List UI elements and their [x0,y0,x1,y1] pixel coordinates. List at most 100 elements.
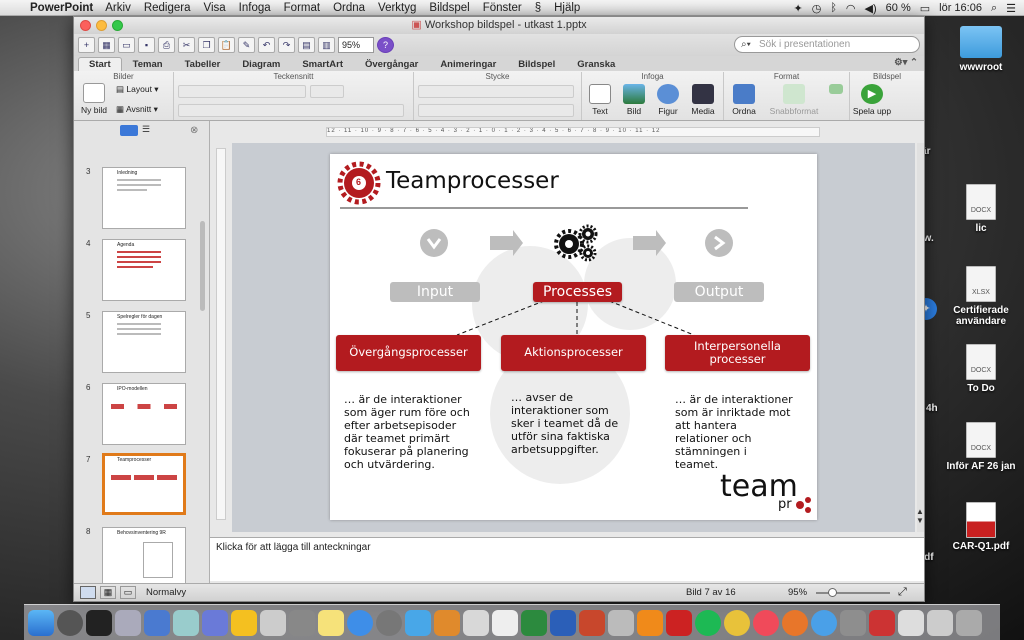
word-icon[interactable] [550,609,576,636]
tab-diagram[interactable]: Diagram [231,57,291,71]
utility-icon[interactable] [608,609,634,636]
cut-icon[interactable]: ✂ [178,37,195,53]
search-input[interactable]: ⌕▾ Sök i presentationen [734,36,920,53]
menu-format[interactable]: Format [284,2,320,14]
processes-label[interactable]: Processes [533,282,622,302]
layout-button[interactable]: ▤ Layout ▾ [116,84,159,95]
tab-granska[interactable]: Granska [566,57,626,71]
sidebar-scrollbar[interactable] [200,221,205,311]
menu-infoga[interactable]: Infoga [239,2,271,14]
font-size-select[interactable] [310,85,344,98]
play-button[interactable]: ▶ Spela upp [852,84,892,116]
desktop-file-certifierade[interactable]: XLSX Certifierade användare [944,266,1018,327]
powerpoint-icon[interactable] [579,609,605,636]
slide-title[interactable]: Teamprocesser [386,168,559,194]
action-processes-text[interactable]: … avser de interaktioner som sker i team… [511,391,627,457]
close-window-button[interactable] [80,20,91,31]
redo-icon[interactable]: ↷ [278,37,295,53]
slide-thumbnail[interactable]: Behovsinventering 9R [102,527,186,583]
php-icon[interactable] [202,609,228,636]
desktop-file-car-q1[interactable]: CAR-Q1.pdf [944,502,1018,552]
interpersonal-processes-text[interactable]: … är de interaktioner som är inriktade m… [675,393,793,472]
close-pane-icon[interactable]: ⊗ [190,125,198,136]
menu-redigera[interactable]: Redigera [144,2,191,14]
input-label[interactable]: Input [390,282,480,302]
interpersonal-processes-box[interactable]: Interpersonella processer [665,335,810,371]
open-icon[interactable]: ▭ [118,37,135,53]
menu-hjalp[interactable]: Hjälp [554,2,580,14]
output-label[interactable]: Output [674,282,764,302]
downloads-icon[interactable] [927,609,953,636]
launchpad-icon[interactable] [57,609,83,636]
slide[interactable]: 6 Teamprocesser Input Processes Output Ö… [330,154,817,520]
desktop-item-partial-3[interactable]: 4h [926,403,956,414]
acrobat-icon[interactable] [666,609,692,636]
ribbon-settings-icon[interactable]: ⚙▾ ⌃ [894,57,918,68]
list-buttons[interactable] [418,85,574,98]
notification-center-icon[interactable]: ☰ [1006,2,1016,15]
media-browser-icon[interactable]: ▥ [318,37,335,53]
firefox-icon[interactable] [782,609,808,636]
zoom-window-button[interactable] [112,20,123,31]
r-icon[interactable] [115,609,141,636]
tab-animeringar[interactable]: Animeringar [429,57,507,71]
itunes-icon[interactable] [753,609,779,636]
script-menu-icon[interactable]: § [535,2,541,14]
chrome-icon[interactable] [724,609,750,636]
slide-thumbnail[interactable]: IPO-modellen [102,383,186,445]
presenter-view-icon[interactable]: ▭ [120,586,136,599]
outline-view-icon[interactable]: ☰ [142,125,156,136]
finder-icon[interactable] [28,609,54,636]
arrange-button[interactable]: Ordna [728,84,760,116]
undo-icon[interactable]: ↶ [258,37,275,53]
tab-teman[interactable]: Teman [122,57,174,71]
menu-arkiv[interactable]: Arkiv [105,2,131,14]
slide-thumbnail-selected[interactable]: Teamprocesser [102,453,186,515]
fill-color-button[interactable] [826,84,846,96]
wifi-icon[interactable]: ◠ [846,2,856,15]
calendar-icon[interactable] [492,609,518,636]
wordpress-icon[interactable] [231,609,257,636]
thumbnail-view-icon[interactable] [120,125,138,136]
transition-processes-box[interactable]: Övergångsprocesser [336,335,481,371]
ibooks-icon[interactable] [434,609,460,636]
dropbox-status-icon[interactable]: ✦ [793,2,802,15]
messages-icon[interactable] [405,609,431,636]
desktop-file-infor-af[interactable]: DOCX Inför AF 26 jan [944,422,1018,472]
airdrop-icon[interactable] [840,609,866,636]
normal-view-icon[interactable] [80,586,96,599]
font-family-select[interactable] [178,85,306,98]
battery-icon[interactable]: ▭ [920,2,930,15]
picture-button[interactable]: Bild [620,84,648,116]
notes-icon[interactable] [318,609,344,636]
text-button[interactable]: Text [586,84,614,116]
transition-processes-text[interactable]: … är de interaktioner som äger rum före … [344,393,472,472]
script-editor-icon[interactable] [289,609,315,636]
quick-styles-button[interactable]: Snabbformat [766,84,822,116]
tab-bildspel[interactable]: Bildspel [507,57,566,71]
action-processes-box[interactable]: Aktionsprocesser [501,335,646,371]
templates-icon[interactable]: ▦ [98,37,115,53]
new-document-icon[interactable]: + [78,37,95,53]
font-format-buttons[interactable] [178,104,404,117]
copy-icon[interactable]: ❐ [198,37,215,53]
new-slide-button[interactable]: Ny bild [78,83,110,115]
system-preferences-icon[interactable] [376,609,402,636]
zoom-select[interactable]: 95% [338,37,374,53]
section-button[interactable]: ▦ Avsnitt ▾ [116,104,158,115]
menu-visa[interactable]: Visa [204,2,226,14]
desktop-folder-wwwroot[interactable]: wwwroot [944,26,1018,73]
vlc-icon[interactable] [637,609,663,636]
battery-percent[interactable]: 60 % [886,2,911,14]
clock[interactable]: lör 16:06 [939,2,982,14]
spotlight-icon[interactable]: ⌕ [991,2,997,15]
prev-next-slide-buttons[interactable]: ▲ ▼ [916,507,924,525]
flashcard-icon[interactable] [869,609,895,636]
save-icon[interactable]: ▪ [138,37,155,53]
menu-ordna[interactable]: Ordna [333,2,365,14]
document-icon[interactable] [898,609,924,636]
fit-to-window-icon[interactable]: ⤢ [898,586,907,599]
tab-start[interactable]: Start [78,57,122,71]
menu-bildspel[interactable]: Bildspel [429,2,469,14]
trash-icon[interactable] [956,609,982,636]
